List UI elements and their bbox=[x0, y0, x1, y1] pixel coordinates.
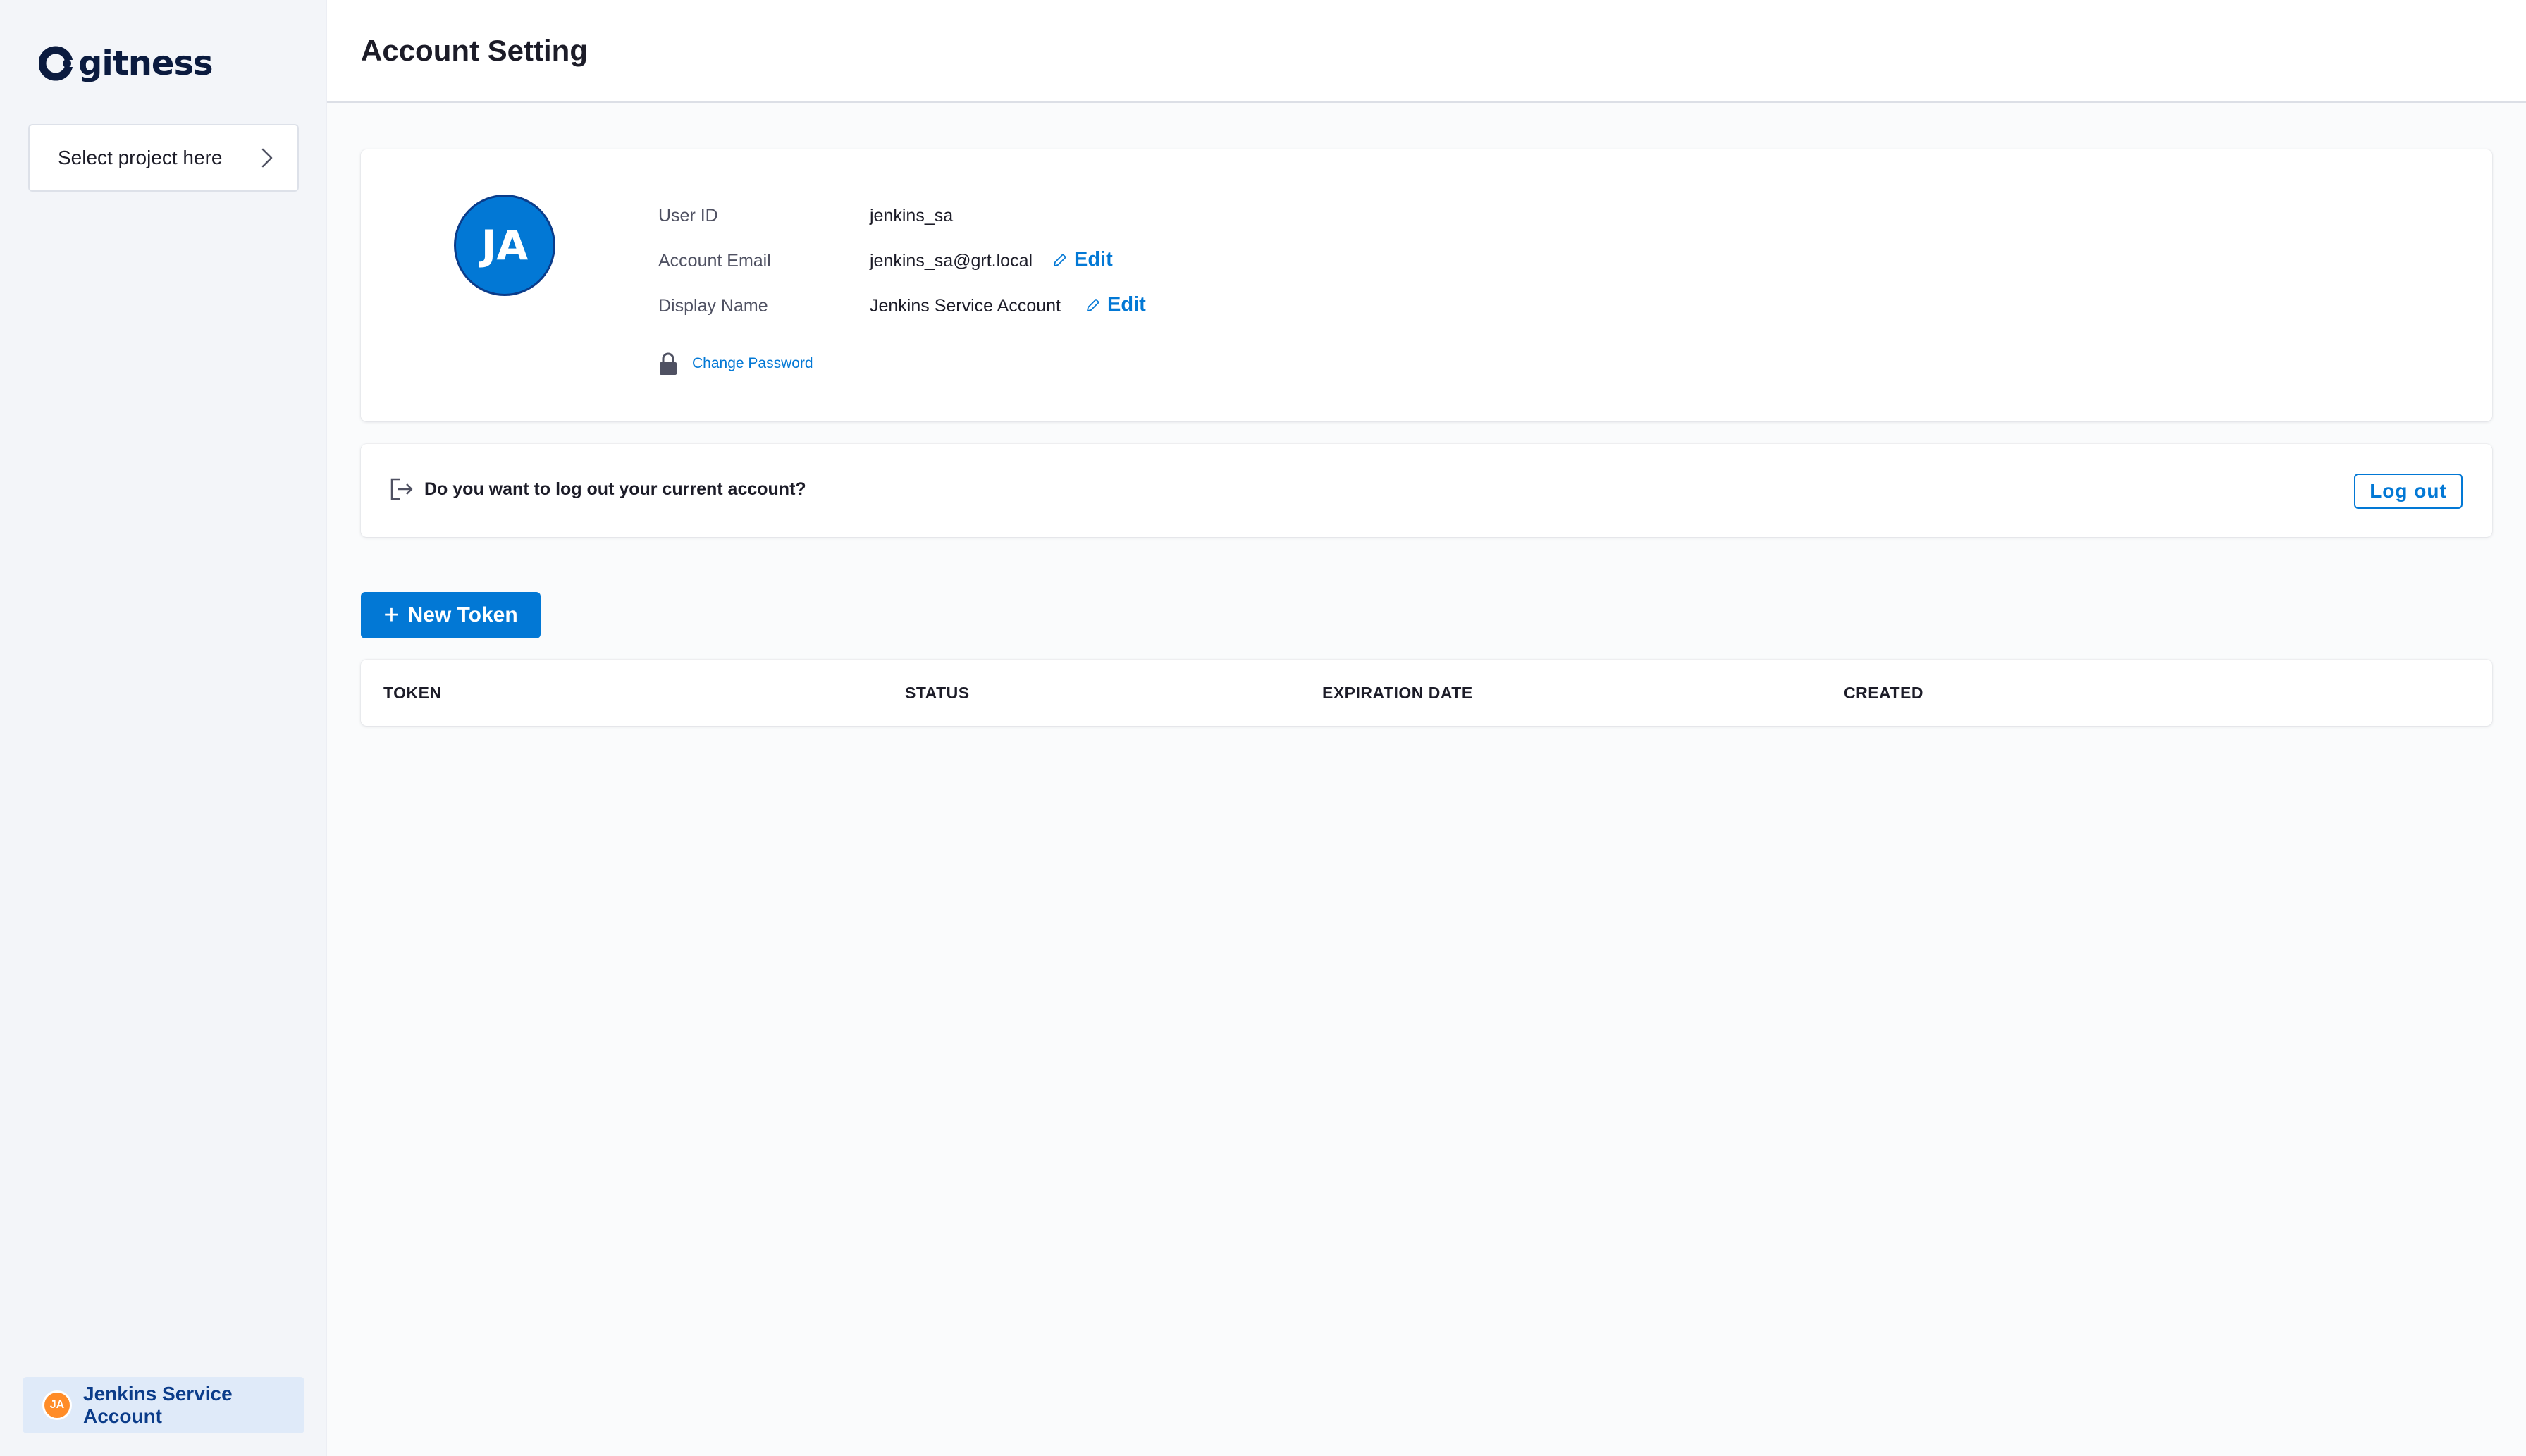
edit-email-label: Edit bbox=[1074, 248, 1113, 271]
change-password-link[interactable]: Change Password bbox=[692, 355, 813, 372]
logout-question: Do you want to log out your current acco… bbox=[424, 479, 806, 499]
page-title: Account Setting bbox=[361, 34, 588, 67]
user-id-value: jenkins_sa bbox=[870, 206, 954, 226]
edit-display-name-label: Edit bbox=[1107, 293, 1146, 316]
gitness-logo-icon bbox=[39, 46, 74, 81]
column-header-token[interactable]: TOKEN bbox=[383, 684, 442, 703]
project-select-button[interactable]: Select project here bbox=[28, 124, 299, 192]
user-id-label: User ID bbox=[658, 206, 718, 226]
current-user-button[interactable]: JA Jenkins Service Account bbox=[23, 1377, 304, 1433]
new-token-label: New Token bbox=[407, 603, 518, 627]
page-header: Account Setting bbox=[327, 0, 2526, 103]
chevron-right-icon bbox=[261, 148, 273, 168]
new-token-button[interactable]: + New Token bbox=[361, 592, 541, 638]
pencil-icon bbox=[1054, 253, 1066, 266]
sidebar: gitness Select project here JA Jenkins S… bbox=[0, 0, 327, 1456]
profile-avatar: JA bbox=[454, 195, 555, 296]
logo-text: gitness bbox=[78, 44, 214, 83]
profile-card: JA User ID jenkins_sa Account Email jenk… bbox=[361, 149, 2492, 421]
tokens-table: TOKEN STATUS EXPIRATION DATE CREATED bbox=[361, 660, 2492, 726]
pencil-icon bbox=[1087, 298, 1099, 311]
account-email-value: jenkins_sa@grt.local bbox=[870, 251, 1033, 271]
account-email-label: Account Email bbox=[658, 251, 771, 271]
logout-button[interactable]: Log out bbox=[2354, 474, 2463, 509]
edit-email-button[interactable]: Edit bbox=[1052, 248, 1113, 271]
edit-display-name-button[interactable]: Edit bbox=[1085, 293, 1146, 316]
project-select-label: Select project here bbox=[58, 147, 223, 168]
column-header-expiration-date[interactable]: EXPIRATION DATE bbox=[1322, 684, 1473, 703]
column-header-status[interactable]: STATUS bbox=[905, 684, 970, 703]
user-avatar: JA bbox=[42, 1390, 72, 1420]
user-name: Jenkins Service Account bbox=[83, 1383, 233, 1427]
gitness-logo[interactable]: gitness bbox=[39, 44, 214, 83]
column-header-created[interactable]: CREATED bbox=[1844, 684, 1923, 703]
plus-icon: + bbox=[383, 600, 400, 630]
logout-icon bbox=[390, 478, 413, 500]
display-name-label: Display Name bbox=[658, 296, 768, 316]
lock-icon bbox=[660, 352, 677, 375]
logout-card: Do you want to log out your current acco… bbox=[361, 444, 2492, 537]
display-name-value: Jenkins Service Account bbox=[870, 296, 1061, 316]
